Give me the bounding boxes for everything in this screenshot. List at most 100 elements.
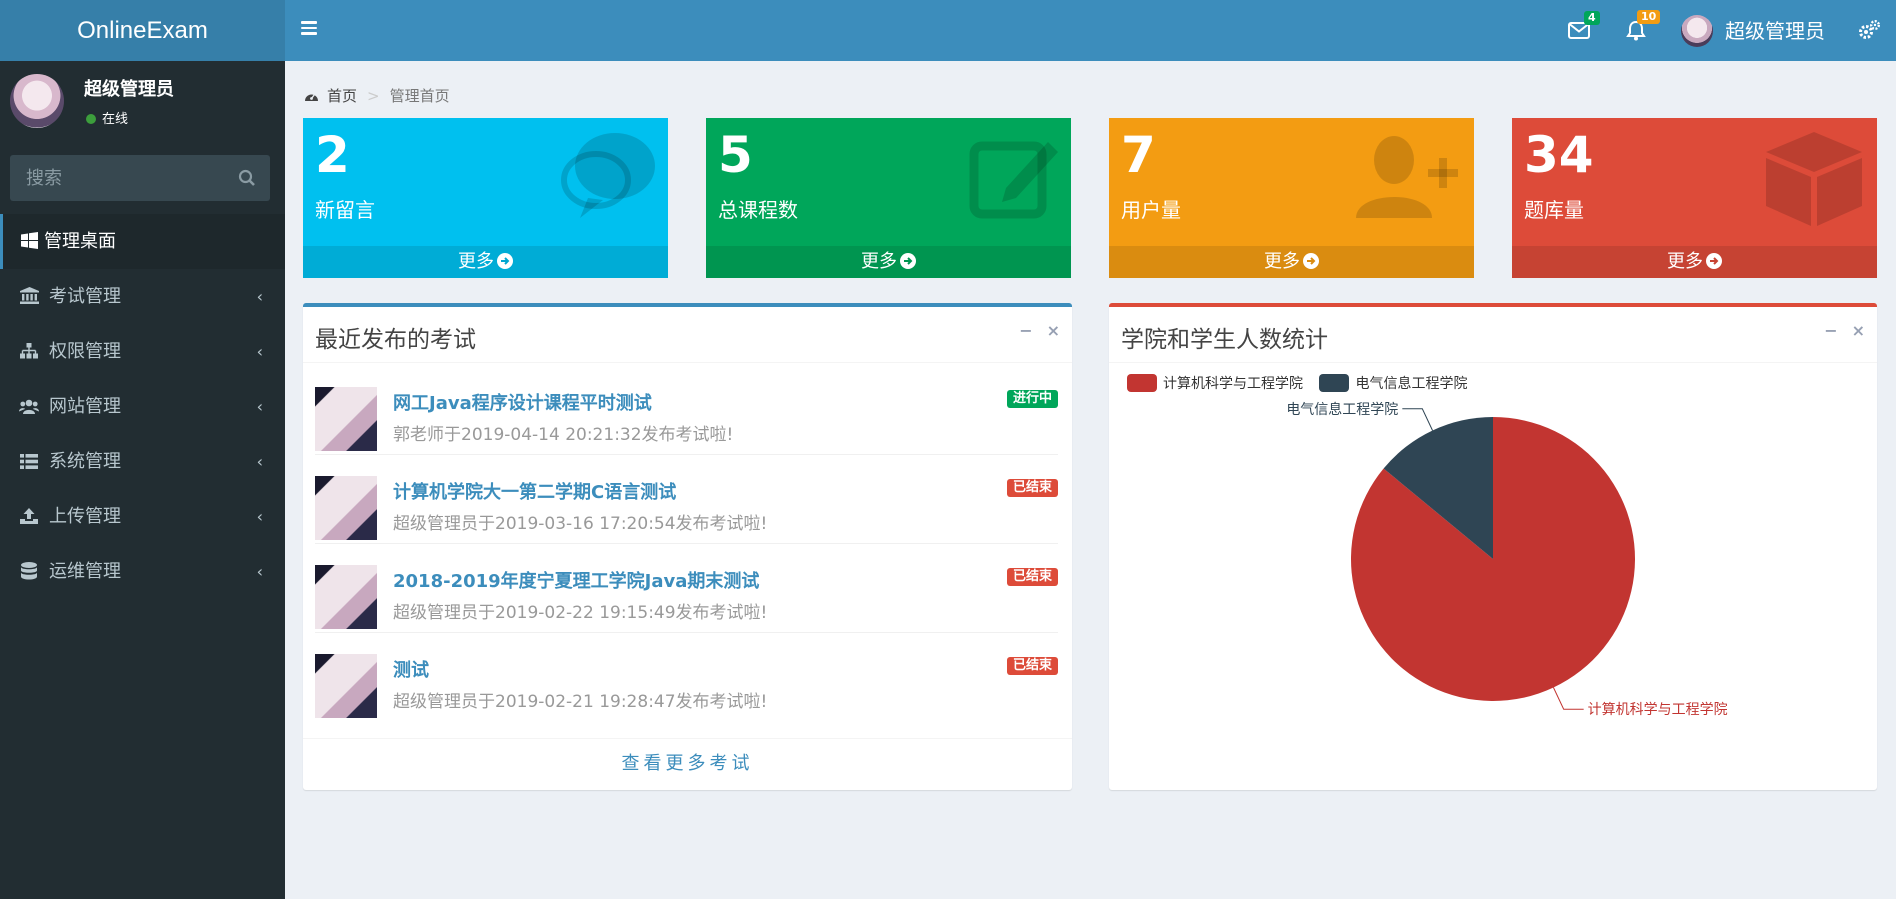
notifications-button[interactable]: 10 [1623,0,1661,61]
status-badge: 已结束 [1006,568,1058,586]
sidebar-menu: 管理桌面 考试管理 ‹ 权限管理 ‹ 网站管理 ‹ 系统管理 ‹ 上传管理 ‹ … [0,214,285,599]
stat-more-label: 更多 [1667,251,1703,272]
status-badge: 已结束 [1006,479,1058,497]
college-stats-panel: 学院和学生人数统计 − × 计算机科学与工程学院 电气信息工程学院 计算机科学与工… [1109,303,1877,790]
close-icon[interactable]: × [1852,321,1865,340]
stat-value: 2 [315,126,350,184]
user-avatar [1681,15,1713,47]
search-button[interactable] [224,155,270,201]
panel-title: 最近发布的考试 [315,327,476,353]
comments-icon [561,133,655,218]
sidebar-toggle-icon[interactable] [301,18,323,40]
sidebar-item-ops[interactable]: 运维管理 ‹ [0,544,285,599]
exam-avatar [315,387,377,451]
user-plus-icon [1356,136,1458,218]
stat-value: 34 [1524,126,1594,184]
stat-more-link[interactable]: 更多 [706,246,1071,278]
users-icon [18,379,40,434]
online-status-label: 在线 [102,112,129,127]
pie-label-line [1402,408,1433,431]
stat-more-link[interactable]: 更多 [303,246,668,278]
stat-box-messages: 2 新留言 更多 [303,118,668,278]
minimize-icon[interactable]: − [1019,321,1032,340]
arrow-circle-right-icon [900,253,916,269]
online-status: 在线 [86,108,128,127]
panel-divider [1109,362,1877,363]
exam-title[interactable]: 2018-2019年度宁夏理工学院Java期末测试 [393,567,759,593]
sidebar-item-permissions[interactable]: 权限管理 ‹ [0,324,285,379]
list-item[interactable]: 网工Java程序设计课程平时测试 郭老师于2019-04-14 20:21:32… [315,367,1058,455]
sidebar-item-upload[interactable]: 上传管理 ‹ [0,489,285,544]
stat-value: 7 [1121,126,1156,184]
exam-title[interactable]: 计算机学院大一第二学期C语言测试 [393,478,676,504]
online-dot-icon [86,114,96,124]
bank-icon [18,269,40,324]
search-icon [238,169,255,186]
breadcrumb-home[interactable]: 首页 [327,87,357,105]
minimize-icon[interactable]: − [1824,321,1837,340]
chevron-left-icon: ‹ [256,287,263,306]
gears-icon [1859,20,1880,39]
pie-label-line [1553,687,1584,710]
panel-tools: − × [1005,321,1060,340]
stat-box-users: 7 用户量 更多 [1109,118,1474,278]
panel-divider [303,362,1072,363]
status-badge: 进行中 [1006,390,1058,408]
sidebar-item-label: 权限管理 [49,341,121,362]
stat-label: 总课程数 [718,198,798,222]
stat-more-label: 更多 [1264,251,1300,272]
exam-title[interactable]: 测试 [393,656,429,682]
top-navbar: OnlineExam 4 10 超级管理员 [0,0,1896,61]
sidebar: 超级管理员 在线 管理桌面 考试管理 ‹ [0,61,285,899]
stat-more-link[interactable]: 更多 [1109,246,1474,278]
settings-button[interactable] [1855,0,1883,61]
exam-title[interactable]: 网工Java程序设计课程平时测试 [393,389,652,415]
stat-more-label: 更多 [458,251,494,272]
breadcrumb-current: 管理首页 [389,87,450,105]
arrow-circle-right-icon [1706,253,1722,269]
stat-box-courses: 5 总课程数 更多 [706,118,1071,278]
messages-button[interactable]: 4 [1565,0,1600,61]
stat-label: 用户量 [1121,198,1181,222]
sidebar-avatar [10,74,64,128]
app-logo[interactable]: OnlineExam [0,0,285,61]
search-input[interactable] [10,155,225,201]
sidebar-search [10,155,270,201]
messages-badge: 4 [1584,11,1600,25]
stat-box-questions: 34 题库量 更多 [1512,118,1877,278]
pie-slice-label: 电气信息工程学院 [1286,401,1398,418]
stat-more-label: 更多 [861,251,897,272]
stat-value: 5 [718,126,753,184]
header-user-name: 超级管理员 [1725,19,1825,43]
sidebar-item-system[interactable]: 系统管理 ‹ [0,434,285,489]
windows-icon [18,214,40,269]
stat-label: 题库量 [1524,198,1584,222]
chevron-left-icon: ‹ [256,342,263,361]
exam-description: 超级管理员于2019-03-16 17:20:54发布考试啦! [393,514,768,534]
list-item[interactable]: 2018-2019年度宁夏理工学院Java期末测试 超级管理员于2019-02-… [315,545,1058,633]
chevron-left-icon: ‹ [256,397,263,416]
sidebar-user-panel: 超级管理员 在线 [0,61,285,145]
view-more-exams-link[interactable]: 查看更多考试 [303,738,1072,790]
database-icon [18,544,40,599]
exam-avatar [315,476,377,540]
close-icon[interactable]: × [1047,321,1060,340]
sidebar-item-exams[interactable]: 考试管理 ‹ [0,269,285,324]
exam-avatar [315,565,377,629]
chevron-left-icon: ‹ [256,507,263,526]
breadcrumb: 首页 > 管理首页 [304,85,450,106]
arrow-circle-right-icon [497,253,513,269]
list-item[interactable]: 计算机学院大一第二学期C语言测试 超级管理员于2019-03-16 17:20:… [315,456,1058,544]
sidebar-item-website[interactable]: 网站管理 ‹ [0,379,285,434]
sidebar-item-label: 上传管理 [49,506,121,527]
chevron-left-icon: ‹ [256,452,263,471]
exam-avatar [315,654,377,718]
sidebar-item-dashboard[interactable]: 管理桌面 [0,214,285,269]
pie-chart: 计算机科学与工程学院 电气信息工程学院 [1286,401,1727,718]
upload-icon [18,489,40,544]
list-icon [18,434,40,489]
sidebar-item-label: 考试管理 [49,286,121,307]
sidebar-item-label: 系统管理 [49,451,121,472]
stat-more-link[interactable]: 更多 [1512,246,1877,278]
list-item[interactable]: 测试 超级管理员于2019-02-21 19:28:47发布考试啦! 已结束 [315,634,1058,722]
